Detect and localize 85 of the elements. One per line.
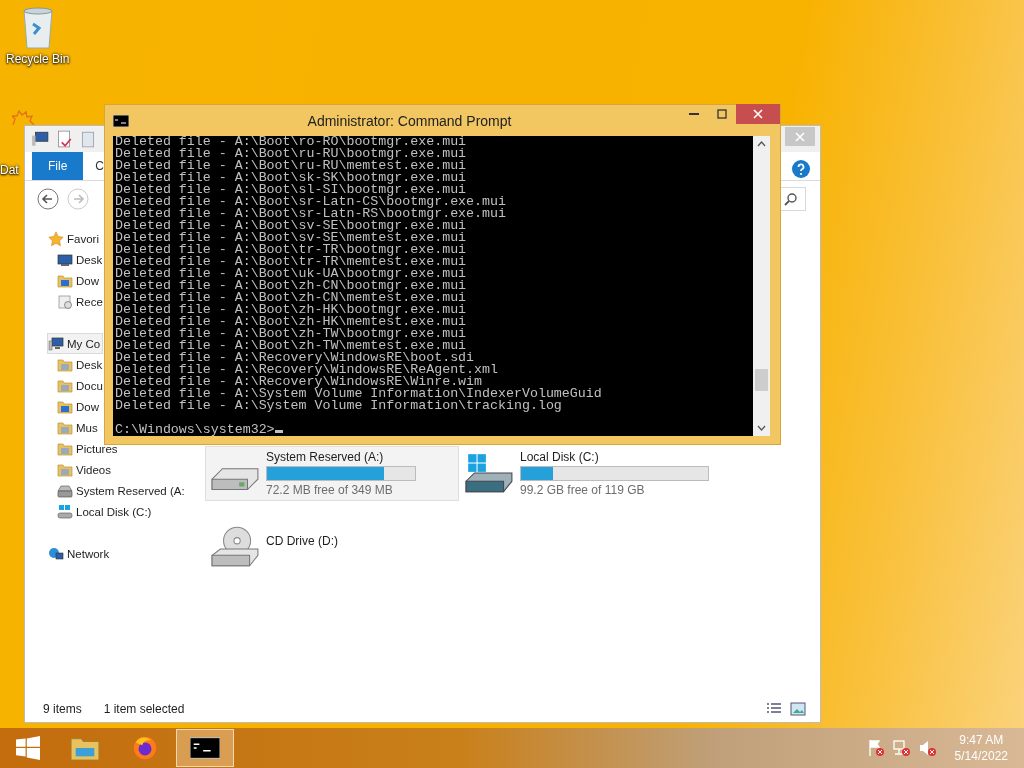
console-line: Deleted file - A:\Boot\tr-TR\bootmgr.exe.mui bbox=[115, 244, 468, 256]
free-space-text: 72.2 MB free of 349 MB bbox=[266, 483, 394, 497]
cd-drive-icon bbox=[210, 526, 260, 568]
ribbon-tab[interactable]: File bbox=[32, 152, 84, 180]
drive-icon bbox=[57, 482, 73, 499]
console-line: Deleted file - A:\Boot\sk-SK\bootmgr.exe.mui bbox=[115, 172, 468, 184]
navigation-item[interactable]: Rece bbox=[56, 291, 106, 312]
console-icon bbox=[113, 114, 129, 127]
monitor-icon bbox=[57, 251, 73, 268]
console-line: Deleted file - A:\Boot\sv-SE\bootmgr.exe.mui bbox=[115, 220, 467, 232]
search-icon bbox=[784, 192, 798, 206]
console-line: Deleted file - A:\Boot\sr-Latn-RS\bootmgr.exe.mui bbox=[115, 208, 507, 220]
navigation-item[interactable]: Videos bbox=[56, 459, 114, 480]
scrollbar[interactable] bbox=[753, 136, 770, 436]
console-line: Deleted file - A:\Boot\ro-RO\bootmgr.exe.mui bbox=[115, 136, 468, 148]
console-line: Deleted file - A:\System Volume Information\IndexerVolumeGuid bbox=[115, 388, 603, 400]
maximize-icon bbox=[717, 109, 727, 119]
item-count: 9 items bbox=[43, 702, 82, 716]
flag-warning-icon[interactable] bbox=[866, 739, 885, 757]
navigation-item[interactable]: Desk bbox=[56, 249, 106, 270]
drive-tile[interactable]: System Reserved (A:) 72.2 MB free of 349 MB bbox=[205, 446, 459, 501]
speaker-muted-icon[interactable] bbox=[918, 739, 937, 757]
console-line: Deleted file - A:\Recovery\WindowsRE\boot.sdi bbox=[115, 352, 475, 364]
network-icon bbox=[48, 545, 64, 562]
close-icon bbox=[753, 109, 763, 119]
minimize-icon bbox=[689, 113, 699, 115]
large-icons-view-icon[interactable] bbox=[790, 702, 806, 716]
drive-name: Local Disk (C:) bbox=[520, 450, 600, 464]
console-line: Deleted file - A:\Boot\zh-CN\memtest.exe.mui bbox=[115, 292, 468, 304]
computer-icon bbox=[48, 335, 64, 352]
console-line: Deleted file - A:\Boot\sv-SE\memtest.exe.mui bbox=[115, 232, 468, 244]
drive-tile[interactable]: Local Disk (C:) 99.2 GB free of 119 GB bbox=[459, 446, 713, 501]
windows-logo-icon bbox=[16, 736, 40, 760]
console-line: Deleted file - A:\Boot\zh-HK\memtest.exe.mui bbox=[115, 316, 468, 328]
console-line: Deleted file - A:\Boot\zh-CN\bootmgr.exe.mui bbox=[115, 280, 468, 292]
navigation-item[interactable]: Pictures bbox=[56, 438, 121, 459]
navigation-item[interactable]: Desk bbox=[56, 354, 106, 375]
scroll-up-icon[interactable] bbox=[757, 141, 766, 147]
scroll-down-icon[interactable] bbox=[757, 425, 766, 431]
console-line: Deleted file - A:\Recovery\WindowsRE\ReAgent.xml bbox=[115, 364, 499, 376]
drive-name: CD Drive (D:) bbox=[266, 534, 338, 548]
console-line: Deleted file - A:\Boot\sl-SI\bootmgr.exe.mui bbox=[115, 184, 467, 196]
navigation-item[interactable]: Network bbox=[47, 543, 113, 564]
drive-name: System Reserved (A:) bbox=[266, 450, 385, 464]
selection-count: 1 item selected bbox=[103, 702, 185, 716]
console-line: Deleted file - A:\Boot\zh-HK\bootmgr.exe.mui bbox=[115, 304, 468, 316]
window-title: Administrator: Command Prompt bbox=[306, 112, 513, 129]
console-line: Deleted file - A:\Boot\tr-TR\memtest.exe.mui bbox=[115, 256, 468, 268]
star-icon bbox=[48, 230, 64, 247]
navigation-item[interactable]: System Reserved (A: bbox=[56, 480, 188, 501]
scrollbar-thumb[interactable] bbox=[755, 369, 768, 391]
recycle-bin-icon[interactable] bbox=[20, 6, 55, 50]
console-line: Deleted file - A:\Boot\uk-UA\bootmgr.exe.mui bbox=[115, 268, 468, 280]
console-line: Deleted file - A:\Boot\sr-Latn-CS\bootmgr.exe.mui bbox=[115, 196, 507, 208]
network-error-icon[interactable] bbox=[892, 739, 911, 757]
back-button[interactable] bbox=[37, 188, 59, 210]
details-view-icon[interactable] bbox=[766, 702, 782, 716]
command-prompt[interactable]: C:\Windows\system32> bbox=[115, 424, 751, 436]
properties-icon[interactable] bbox=[55, 130, 73, 148]
navigation-item[interactable]: Favori bbox=[47, 228, 102, 249]
close-icon bbox=[795, 131, 805, 142]
drive-tile[interactable]: CD Drive (D:) bbox=[205, 518, 459, 572]
clock-time: 9:47 AM bbox=[959, 732, 1004, 748]
console-line: Deleted file - A:\System Volume Information\tracking.log bbox=[115, 400, 563, 412]
console-icon bbox=[190, 735, 220, 761]
console-line: Deleted file - A:\Boot\ru-RU\bootmgr.exe.mui bbox=[115, 148, 468, 160]
navigation-item[interactable]: Local Disk (C:) bbox=[56, 501, 155, 522]
navigation-item[interactable]: My Co bbox=[47, 333, 104, 354]
computer-icon[interactable] bbox=[31, 130, 49, 148]
help-icon[interactable] bbox=[792, 160, 810, 178]
ribbon-tab[interactable]: C bbox=[83, 152, 104, 180]
windows-drive-icon bbox=[57, 503, 73, 520]
console-line: Deleted file - A:\Boot\ru-RU\memtest.exe.mui bbox=[115, 160, 468, 172]
close-button[interactable] bbox=[736, 104, 780, 124]
free-space-text: 99.2 GB free of 119 GB bbox=[520, 483, 646, 497]
clock-date: 5/14/2022 bbox=[954, 748, 1008, 764]
console-line: Deleted file - A:\Recovery\WindowsRE\Winre.wim bbox=[115, 376, 483, 388]
navigation-item[interactable]: Dow bbox=[56, 396, 102, 417]
clock-document-icon bbox=[57, 293, 73, 310]
console-line: Deleted file - A:\Boot\zh-TW\memtest.exe.mui bbox=[115, 340, 467, 352]
taskbar-app-button[interactable] bbox=[176, 729, 234, 767]
console-line: Deleted file - A:\Boot\zh-TW\bootmgr.exe.mui bbox=[115, 328, 468, 340]
navigation-item[interactable]: Dow bbox=[56, 270, 102, 291]
navigation-item[interactable]: Docu bbox=[56, 375, 106, 396]
navigation-item[interactable]: Mus bbox=[56, 417, 101, 438]
